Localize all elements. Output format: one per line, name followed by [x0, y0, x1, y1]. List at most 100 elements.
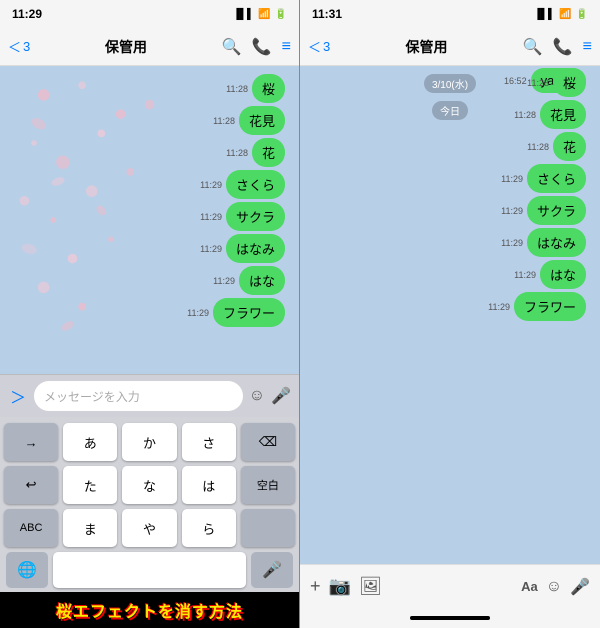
- emoji-icon[interactable]: ☺: [546, 578, 562, 596]
- kb-abc-key[interactable]: ABC: [4, 509, 58, 547]
- msg-time: 11:28: [514, 110, 536, 120]
- left-phone-screen: 11:29 ▐▌▌ 📶 🔋 ＜ 3 保管用 🔍 📞 ≡: [0, 0, 300, 628]
- message-input[interactable]: メッセージを入力: [34, 381, 243, 411]
- signal-icon: ▐▌▌: [534, 9, 555, 20]
- msg-bubble: 花: [553, 132, 586, 161]
- kb-sa-key[interactable]: さ: [182, 423, 236, 461]
- msg-bubble: 花: [252, 138, 285, 167]
- kb-ya-key[interactable]: や: [122, 509, 176, 547]
- left-chat-area: 11:28 桜 11:28 花見 11:28 花 11:29 さくら 11:29…: [0, 66, 299, 374]
- kb-na-key[interactable]: な: [122, 466, 176, 504]
- kb-arrow-key[interactable]: →: [4, 423, 58, 461]
- expand-icon[interactable]: ＞: [8, 382, 28, 410]
- kb-a-key[interactable]: あ: [63, 423, 117, 461]
- menu-icon[interactable]: ≡: [583, 38, 592, 56]
- msg-bubble: フラワー: [213, 298, 285, 327]
- msg-time: 11:29: [200, 244, 222, 254]
- left-status-bar: 11:29 ▐▌▌ 📶 🔋: [0, 0, 299, 28]
- plus-icon[interactable]: +: [310, 576, 321, 597]
- right-chat-area: 3/10(水) 16:52 yahoo 今日 11:28 桜 11:28 花見 …: [300, 66, 600, 564]
- table-row: 11:28 花: [300, 132, 592, 161]
- msg-bubble: 桜: [553, 68, 586, 97]
- msg-bubble: はな: [239, 266, 285, 295]
- right-nav-icons: 🔍 📞 ≡: [523, 37, 592, 57]
- kb-ma-key[interactable]: ま: [63, 509, 117, 547]
- table-row: 11:28 花: [0, 138, 291, 167]
- signal-icon: ▐▌▌: [233, 9, 254, 20]
- table-row: 11:29 フラワー: [0, 298, 291, 327]
- table-row: 11:29 フラワー: [300, 292, 592, 321]
- emoji-input-icon[interactable]: ☺: [249, 387, 265, 405]
- msg-time: 11:29: [213, 276, 235, 286]
- table-row: 11:29 はなみ: [0, 234, 291, 263]
- kb-ha-key[interactable]: は: [182, 466, 236, 504]
- phone-icon[interactable]: 📞: [252, 37, 272, 57]
- bottom-label: 桜エフェクトを消す方法: [0, 592, 299, 628]
- table-row: 11:29 さくら: [300, 164, 592, 193]
- msg-bubble: はな: [540, 260, 586, 289]
- table-row: 11:29 サクラ: [300, 196, 592, 225]
- right-input-bar: + 📷 🖼 Aa ☺ 🎤: [300, 564, 600, 608]
- mic-input-icon[interactable]: 🎤: [271, 386, 291, 406]
- msg-time: 11:28: [527, 78, 549, 88]
- kb-mic-key[interactable]: 🎤: [251, 552, 293, 588]
- msg-bubble: はなみ: [527, 228, 586, 257]
- search-icon[interactable]: 🔍: [222, 37, 242, 57]
- bottom-label-text: 桜エフェクトを消す方法: [56, 598, 243, 622]
- table-row: 11:29 さくら: [0, 170, 291, 199]
- table-row: 11:28 花見: [300, 100, 592, 129]
- left-nav-title: 保管用: [34, 37, 218, 57]
- right-nav-title: 保管用: [334, 37, 519, 57]
- wifi-icon: 📶: [559, 9, 571, 20]
- image-icon[interactable]: 🖼: [359, 576, 382, 597]
- aa-button[interactable]: Aa: [521, 579, 538, 594]
- table-row: 11:29 はなみ: [300, 228, 592, 257]
- back-count: 3: [23, 39, 30, 54]
- left-input-area: ＞ メッセージを入力 ☺ 🎤: [0, 374, 299, 417]
- right-messages-main: 11:28 桜 11:28 花見 11:28 花 11:29 さくら 11:29…: [300, 66, 600, 329]
- battery-icon: 🔋: [576, 9, 588, 20]
- menu-icon[interactable]: ≡: [282, 38, 291, 56]
- kb-row-1: → あ か さ ⌫: [4, 423, 295, 461]
- msg-bubble: さくら: [226, 170, 285, 199]
- kb-ta-key[interactable]: た: [63, 466, 117, 504]
- input-placeholder: メッセージを入力: [44, 388, 140, 405]
- right-phone-screen: 11:31 ▐▌▌ 📶 🔋 ＜ 3 保管用 🔍 📞 ≡ 3/10(水) 16:5…: [300, 0, 600, 628]
- msg-bubble: 桜: [252, 74, 285, 103]
- msg-bubble: さくら: [527, 164, 586, 193]
- kb-undo-key[interactable]: ↩: [4, 466, 58, 504]
- kb-row-3: ABC ま や ら: [4, 509, 295, 547]
- left-nav-bar: ＜ 3 保管用 🔍 📞 ≡: [0, 28, 299, 66]
- table-row: 11:29 はな: [300, 260, 592, 289]
- keyboard: → あ か さ ⌫ ↩ た な は 空白 ABC ま や ら 🌐 🎤: [0, 417, 299, 592]
- kb-ka-key[interactable]: か: [122, 423, 176, 461]
- left-nav-back[interactable]: ＜ 3: [8, 37, 30, 56]
- kb-space-key[interactable]: 空白: [241, 466, 295, 504]
- phone-icon[interactable]: 📞: [553, 37, 573, 57]
- mic-icon[interactable]: 🎤: [570, 577, 590, 597]
- msg-time: 11:28: [226, 148, 248, 158]
- msg-time: 11:28: [213, 116, 235, 126]
- back-chevron-icon: ＜: [308, 37, 321, 56]
- right-bottom-bar: [300, 608, 600, 628]
- msg-time: 11:29: [200, 212, 222, 222]
- kb-globe-key[interactable]: 🌐: [6, 552, 48, 588]
- msg-bubble: 花見: [239, 106, 285, 135]
- right-status-bar: 11:31 ▐▌▌ 📶 🔋: [300, 0, 600, 28]
- kb-spacebar[interactable]: [53, 552, 246, 588]
- right-nav-back[interactable]: ＜ 3: [308, 37, 330, 56]
- battery-icon: 🔋: [275, 9, 287, 20]
- msg-time: 11:28: [226, 84, 248, 94]
- msg-time: 11:29: [187, 308, 209, 318]
- left-status-time: 11:29: [12, 7, 42, 21]
- camera-icon[interactable]: 📷: [329, 576, 351, 597]
- msg-time: 11:28: [527, 142, 549, 152]
- home-indicator: [410, 616, 490, 620]
- kb-delete-key[interactable]: ⌫: [241, 423, 295, 461]
- search-icon[interactable]: 🔍: [523, 37, 543, 57]
- table-row: 11:29 サクラ: [0, 202, 291, 231]
- table-row: 11:28 花見: [0, 106, 291, 135]
- msg-bubble: フラワー: [514, 292, 586, 321]
- msg-time: 11:29: [514, 270, 536, 280]
- kb-ra-key[interactable]: ら: [182, 509, 236, 547]
